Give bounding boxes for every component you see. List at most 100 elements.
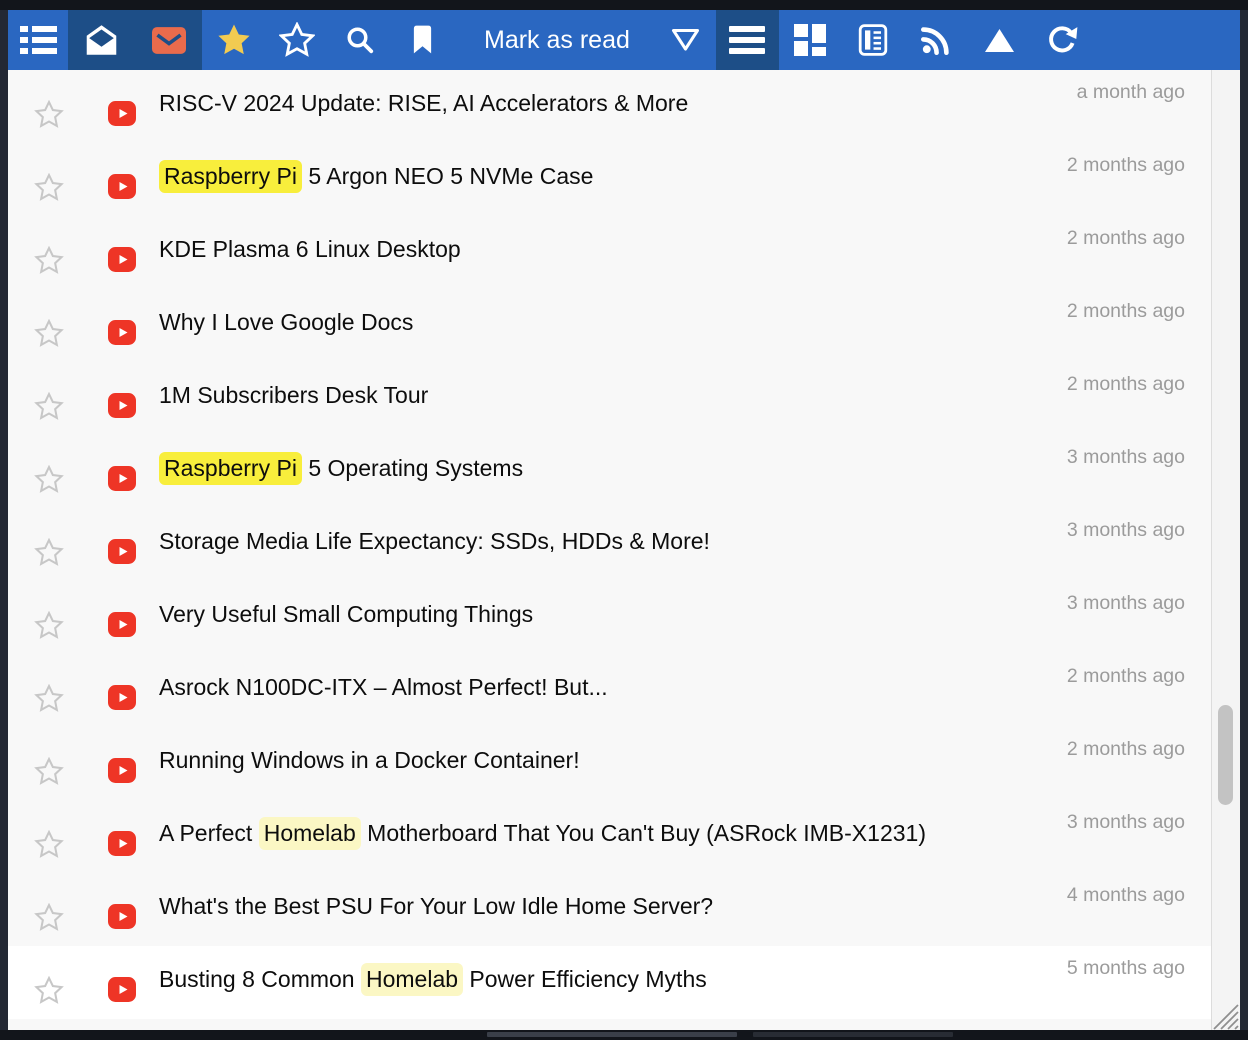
item-title[interactable]: Storage Media Life Expectancy: SSDs, HDD… [159, 526, 1002, 556]
item-title[interactable]: Why I Love Google Docs [159, 307, 1002, 337]
scrollbar-track[interactable] [1211, 70, 1240, 1030]
item-age: 2 months ago [1067, 665, 1185, 688]
main-toolbar: Mark as read [8, 10, 1240, 70]
unread-mail-button[interactable] [135, 10, 202, 70]
window-frame-top [0, 0, 1248, 10]
youtube-icon [108, 101, 136, 126]
starred-button[interactable] [202, 10, 265, 70]
item-age: 5 months ago [1067, 957, 1185, 980]
mail-filter-group [68, 10, 202, 70]
scrollbar-thumb[interactable] [1218, 705, 1233, 805]
item-age: 3 months ago [1067, 592, 1185, 615]
feed-list: RISC-V 2024 Update: RISE, AI Accelerator… [8, 70, 1212, 1019]
funnel-down-icon [670, 27, 701, 54]
star-toggle-icon[interactable] [34, 684, 64, 713]
item-title[interactable]: KDE Plasma 6 Linux Desktop [159, 234, 1002, 264]
feed-item-row[interactable]: 1M Subscribers Desk Tour 2 months ago [8, 362, 1212, 435]
item-title[interactable]: Raspberry Pi 5 Operating Systems [159, 453, 1002, 483]
item-age: 2 months ago [1067, 738, 1185, 761]
refresh-icon [1046, 24, 1078, 56]
search-icon [345, 25, 375, 55]
list-view-icon [20, 26, 57, 54]
item-age: 2 months ago [1067, 373, 1185, 396]
youtube-icon [108, 174, 136, 199]
feed-item-row[interactable]: Raspberry Pi 5 Argon NEO 5 NVMe Case 2 m… [8, 143, 1212, 216]
feeds-button[interactable] [905, 10, 968, 70]
item-title[interactable]: Very Useful Small Computing Things [159, 599, 1002, 629]
mail-open-icon [84, 24, 119, 56]
item-title[interactable]: A Perfect Homelab Motherboard That You C… [159, 818, 1002, 848]
youtube-icon [108, 393, 136, 418]
item-title[interactable]: RISC-V 2024 Update: RISE, AI Accelerator… [159, 88, 1002, 118]
resize-grip[interactable] [1207, 998, 1239, 1030]
star-toggle-icon[interactable] [34, 757, 64, 786]
feed-item-row[interactable]: What's the Best PSU For Your Low Idle Ho… [8, 873, 1212, 946]
app-window: Mark as read [8, 10, 1240, 1030]
mark-read-mail-button[interactable] [68, 10, 135, 70]
feed-item-row[interactable]: Very Useful Small Computing Things 3 mon… [8, 581, 1212, 654]
item-title[interactable]: Raspberry Pi 5 Argon NEO 5 NVMe Case [159, 161, 1002, 191]
magazine-icon [858, 24, 888, 56]
dashboard-grid-icon [794, 24, 826, 56]
feed-item-row[interactable]: Raspberry Pi 5 Operating Systems 3 month… [8, 435, 1212, 508]
bookmark-button[interactable] [391, 10, 454, 70]
unstarred-button[interactable] [265, 10, 328, 70]
item-title[interactable]: Busting 8 Common Homelab Power Efficienc… [159, 964, 1002, 994]
feed-list-panel: RISC-V 2024 Update: RISE, AI Accelerator… [8, 70, 1240, 1030]
star-toggle-icon[interactable] [34, 246, 64, 275]
star-filled-icon [216, 22, 252, 58]
menu-button[interactable] [716, 10, 779, 70]
item-title[interactable]: Running Windows in a Docker Container! [159, 745, 1002, 775]
feed-item-row[interactable]: A Perfect Homelab Motherboard That You C… [8, 800, 1212, 873]
youtube-icon [108, 758, 136, 783]
refresh-button[interactable] [1031, 10, 1094, 70]
card-layout-button[interactable] [779, 10, 842, 70]
feed-item-row[interactable]: Why I Love Google Docs 2 months ago [8, 289, 1212, 362]
star-toggle-icon[interactable] [34, 611, 64, 640]
youtube-icon [108, 612, 136, 637]
feed-item-row[interactable]: KDE Plasma 6 Linux Desktop 2 months ago [8, 216, 1212, 289]
youtube-icon [108, 539, 136, 564]
clipped-content-fragment [487, 1032, 737, 1037]
item-title[interactable]: What's the Best PSU For Your Low Idle Ho… [159, 891, 1002, 921]
feed-item-row[interactable]: Running Windows in a Docker Container! 2… [8, 727, 1212, 800]
star-toggle-icon[interactable] [34, 173, 64, 202]
feed-item-row[interactable]: Asrock N100DC-ITX – Almost Perfect! But.… [8, 654, 1212, 727]
item-age: a month ago [1077, 81, 1185, 104]
star-toggle-icon[interactable] [34, 100, 64, 129]
star-toggle-icon[interactable] [34, 903, 64, 932]
item-age: 2 months ago [1067, 300, 1185, 323]
youtube-icon [108, 831, 136, 856]
rss-icon [921, 25, 951, 55]
star-toggle-icon[interactable] [34, 392, 64, 421]
star-toggle-icon[interactable] [34, 465, 64, 494]
star-toggle-icon[interactable] [34, 538, 64, 567]
item-age: 2 months ago [1067, 154, 1185, 177]
feed-item-row[interactable]: Storage Media Life Expectancy: SSDs, HDD… [8, 508, 1212, 581]
search-button[interactable] [328, 10, 391, 70]
mail-unread-icon [152, 27, 186, 54]
star-toggle-icon[interactable] [34, 976, 64, 1005]
youtube-icon [108, 685, 136, 710]
item-age: 4 months ago [1067, 884, 1185, 907]
feed-item-row[interactable]: Busting 8 Common Homelab Power Efficienc… [8, 946, 1212, 1019]
mark-as-read-button[interactable]: Mark as read [454, 10, 656, 70]
star-toggle-icon[interactable] [34, 319, 64, 348]
list-view-button[interactable] [8, 10, 68, 70]
item-age: 3 months ago [1067, 446, 1185, 469]
hamburger-icon [729, 26, 765, 54]
reader-view-button[interactable] [842, 10, 905, 70]
feed-item-row[interactable]: RISC-V 2024 Update: RISE, AI Accelerator… [8, 70, 1212, 143]
filter-button[interactable] [656, 10, 716, 70]
resize-grip-icon [1207, 998, 1239, 1030]
star-toggle-icon[interactable] [34, 830, 64, 859]
bookmark-icon [411, 25, 434, 55]
clipped-content-fragment [753, 1032, 953, 1037]
item-title[interactable]: Asrock N100DC-ITX – Almost Perfect! But.… [159, 672, 1002, 702]
item-age: 3 months ago [1067, 519, 1185, 542]
window-frame-bottom [0, 1030, 1248, 1040]
youtube-icon [108, 247, 136, 272]
scroll-top-button[interactable] [968, 10, 1031, 70]
item-age: 2 months ago [1067, 227, 1185, 250]
item-title[interactable]: 1M Subscribers Desk Tour [159, 380, 1002, 410]
